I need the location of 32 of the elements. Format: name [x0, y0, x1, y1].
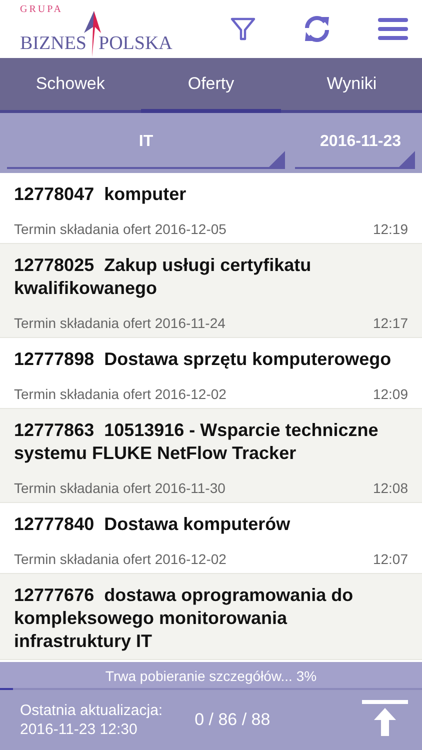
time-text: 12:07: [372, 551, 408, 567]
offer-title: 12777863 10513916 - Wsparcie techniczne systemu FLUKE NetFlow Tracker: [14, 419, 380, 465]
offer-title: 12777840 Dostawa komputerów: [14, 513, 292, 536]
update-time: 2016-11-23 12:30: [20, 720, 138, 739]
time-text: 12:09: [372, 386, 408, 402]
menu-icon[interactable]: [378, 17, 408, 41]
offer-title: 12777676 dostawa oprogramowania do kompleksowego monitorowania infrastruktury IT: [14, 584, 354, 653]
counts-text: 0 / 86 / 88: [194, 710, 272, 730]
time-text: 12:17: [372, 315, 408, 331]
filter-icon[interactable]: [230, 16, 256, 42]
corner-icon: [269, 151, 285, 167]
tab[interactable]: Schowek: [0, 58, 141, 113]
deadline-text: Termin składania ofert 2016-11-30: [14, 480, 226, 496]
offer-row[interactable]: 12777676 dostawa oprogramowania do kompleksowego monitorowania infrastruktury IT: [0, 574, 422, 660]
time-text: 12:19: [372, 221, 408, 237]
logo-text: BIZNES: [20, 34, 86, 53]
offer-title: 12778047 komputer: [14, 183, 188, 206]
deadline-text: Termin składania ofert 2016-12-02: [14, 386, 226, 402]
offer-title: 12778025 Zakup usługi certyfikatu kwalifikowanego: [14, 254, 312, 300]
deadline-text: Termin składania ofert 2016-11-24: [14, 315, 226, 331]
time-text: 12:08: [372, 480, 408, 496]
deadline-text: Termin składania ofert 2016-12-02: [14, 551, 226, 567]
progress-text: Trwa pobieranie szczegółów... 3%: [105, 668, 317, 684]
tab[interactable]: Wyniki: [281, 58, 422, 113]
logo-text: POLSKA: [98, 34, 172, 53]
offer-title: 12777898 Dostawa sprzętu komputerowego: [14, 348, 392, 371]
deadline-text: Termin składania ofert 2016-12-05: [14, 221, 226, 237]
offer-row[interactable]: 12778025 Zakup usługi certyfikatu kwalifikowanego Termin składania ofert 2016-11-24 12:17: [0, 244, 422, 338]
update-label: Ostatnia aktualizacja:: [20, 701, 163, 720]
corner-icon: [399, 151, 415, 167]
logo-text: GRUPA: [20, 5, 64, 15]
offer-row[interactable]: 12777863 10513916 - Wsparcie techniczne systemu FLUKE NetFlow Tracker Termin składania ofert 2016-11-30 12:08: [0, 409, 422, 503]
